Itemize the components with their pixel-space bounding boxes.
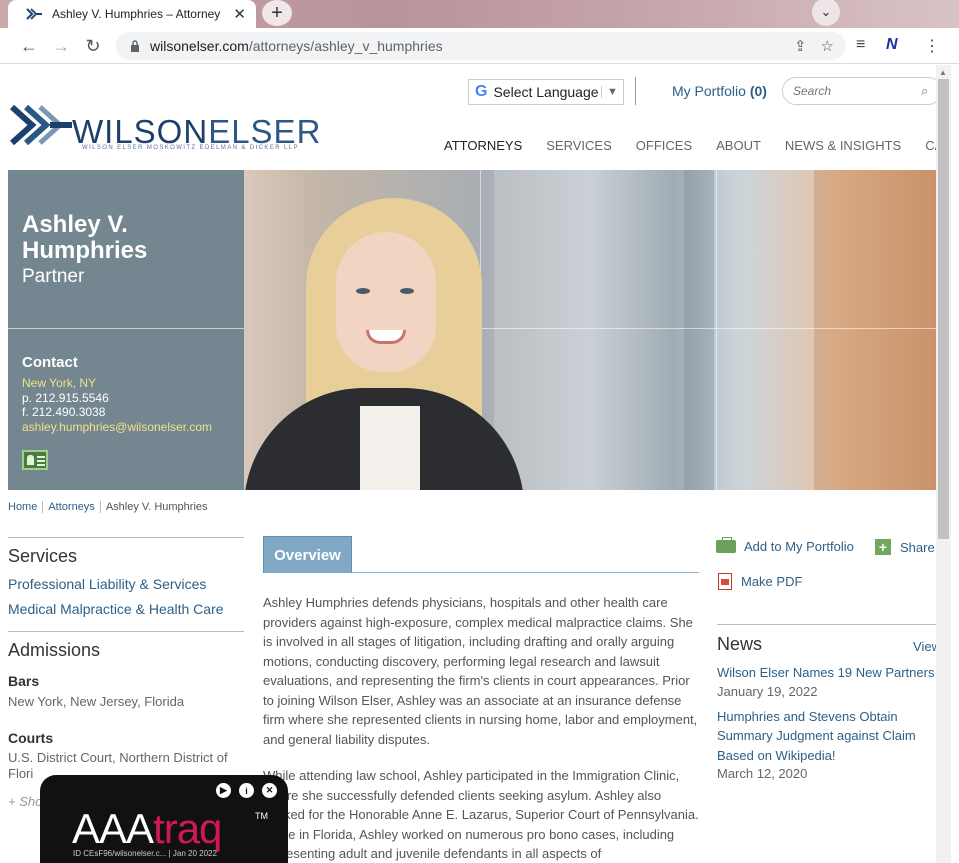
fax-number: f. 212.490.3038 (22, 405, 106, 419)
tab-title: Ashley V. Humphries – Attorney (52, 7, 221, 21)
back-arrow-icon[interactable]: ← (18, 35, 40, 57)
play-icon[interactable]: ▶ (216, 783, 231, 798)
language-label: Select Language (493, 84, 599, 100)
briefcase-icon (716, 537, 736, 553)
nav-offices[interactable]: OFFICES (636, 138, 692, 153)
share-button[interactable]: + Share (875, 539, 935, 555)
extension-n-icon[interactable]: N (886, 36, 898, 54)
wilson-elser-logo[interactable]: WILSONELSER WILSON ELSER MOSKOWITZ EDELM… (10, 105, 320, 155)
breadcrumb-attorneys[interactable]: Attorneys (48, 501, 94, 513)
overview-paragraph-2: While attending law school, Ashley parti… (263, 768, 699, 861)
vcard-icon[interactable] (22, 450, 48, 470)
service-link-professional-liability[interactable]: Professional Liability & Services (8, 576, 244, 592)
close-icon[interactable]: ✕ (262, 783, 277, 798)
attorney-sidebar: Services Professional Liability & Servic… (8, 537, 244, 810)
header-divider (635, 77, 636, 105)
content-tabs: Overview (263, 536, 699, 573)
info-icon[interactable]: i (239, 783, 254, 798)
site-search[interactable]: ⌕ (782, 77, 936, 105)
admissions-heading: Admissions (8, 640, 101, 660)
email-link[interactable]: ashley.humphries@wilsonelser.com (22, 420, 212, 435)
nav-careers[interactable]: CAREE (925, 138, 936, 153)
tab-search-chevron-icon[interactable]: ⌄ (812, 0, 840, 26)
contact-heading: Contact (22, 354, 78, 371)
aaatraq-overlay: ▶ i ✕ AAAtraq TM ID CEsF96/wilsonelser.c… (40, 775, 288, 863)
tab-overview[interactable]: Overview (263, 536, 352, 573)
kebab-menu-icon[interactable]: ⋮ (924, 36, 940, 56)
tab-close-icon[interactable]: ✕ (233, 5, 246, 23)
services-heading: Services (8, 546, 78, 566)
attorney-portrait-photo (244, 170, 936, 490)
browser-tab[interactable]: Ashley V. Humphries – Attorney ✕ (8, 0, 256, 28)
reload-icon[interactable]: ↻ (82, 35, 104, 57)
reading-list-icon[interactable]: ≡ (856, 36, 865, 54)
page-scrollbar[interactable]: ▲ (936, 65, 951, 863)
my-portfolio-link[interactable]: My Portfolio (0) (672, 83, 767, 99)
news-item-link[interactable]: Humphries and Stevens Obtain Summary Jud… (717, 707, 936, 766)
panel-divider (8, 328, 244, 329)
web-page: G Select Language ▼ My Portfolio (0) ⌕ W… (8, 65, 936, 863)
overview-text: Ashley Humphries defends physicians, hos… (263, 593, 703, 863)
news-panel: News View Wilson Elser Names 19 New Part… (717, 624, 936, 789)
breadcrumb-current: Ashley V. Humphries (105, 501, 208, 513)
breadcrumb: Home Attorneys Ashley V. Humphries (8, 501, 208, 514)
url-text: wilsonelser.com/attorneys/ashley_v_humph… (150, 38, 443, 54)
aaatraq-meta: ID CEsF96/wilsonelser.c... | Jan 20 2022 (73, 849, 217, 858)
main-navigation: ATTORNEYS SERVICES OFFICES ABOUT NEWS & … (444, 138, 936, 153)
search-icon[interactable]: ⌕ (921, 83, 928, 99)
logo-subtitle: WILSON ELSER MOSKOWITZ EDELMAN & DICKER … (82, 145, 299, 151)
contact-details: New York, NY p. 212.915.5546 f. 212.490.… (22, 376, 212, 434)
share-page-icon[interactable]: ⇪ (794, 37, 807, 55)
news-view-all-link[interactable]: View (913, 639, 936, 654)
add-to-portfolio-button[interactable]: Add to My Portfolio (716, 537, 854, 554)
news-item-date: March 12, 2020 (717, 766, 808, 781)
news-item-link[interactable]: Wilson Elser Names 19 New Partners (717, 663, 936, 683)
wilson-elser-favicon-icon (26, 8, 42, 20)
new-tab-button[interactable]: + (262, 0, 292, 26)
nav-news-insights[interactable]: NEWS & INSIGHTS (785, 138, 901, 153)
plus-icon: + (875, 539, 891, 555)
breadcrumb-home[interactable]: Home (8, 501, 37, 513)
google-icon: G (475, 83, 488, 100)
dropdown-arrow-icon: ▼ (601, 86, 623, 98)
scroll-up-icon[interactable]: ▲ (939, 68, 947, 77)
browser-tab-strip: Ashley V. Humphries – Attorney ✕ + ⌄ (0, 0, 959, 28)
browser-toolbar: ← → ↻ wilsonelser.com/attorneys/ashley_v… (0, 28, 959, 64)
trademark-mark: TM (255, 811, 268, 821)
attorney-info-panel: Ashley V. Humphries Partner Contact New … (8, 170, 244, 490)
bars-heading: Bars (8, 673, 40, 689)
language-selector[interactable]: G Select Language ▼ (468, 79, 624, 105)
attorney-title: Partner (22, 266, 85, 287)
attorney-name: Ashley V. Humphries (22, 211, 148, 264)
logo-chevron-icon (10, 105, 72, 145)
news-item-date: January 19, 2022 (717, 683, 818, 699)
news-heading: News (717, 634, 763, 654)
portfolio-count: (0) (749, 83, 767, 99)
overview-paragraph-1: Ashley Humphries defends physicians, hos… (263, 595, 698, 747)
lock-icon (131, 40, 139, 52)
nav-services[interactable]: SERVICES (546, 138, 612, 153)
attorney-hero: Ashley V. Humphries Partner Contact New … (8, 170, 936, 490)
pdf-icon (718, 573, 732, 590)
forward-arrow-icon[interactable]: → (50, 35, 72, 57)
nav-about[interactable]: ABOUT (716, 138, 761, 153)
service-link-medical-malpractice[interactable]: Medical Malpractice & Health Care (8, 601, 244, 617)
bars-text: New York, New Jersey, Florida (8, 694, 185, 709)
bookmark-star-icon[interactable]: ☆ (821, 37, 834, 55)
scrollbar-thumb[interactable] (938, 79, 949, 539)
address-bar[interactable]: wilsonelser.com/attorneys/ashley_v_humph… (116, 32, 846, 60)
aaatraq-logo: AAAtraq (72, 805, 222, 852)
make-pdf-button[interactable]: Make PDF (718, 573, 802, 590)
courts-heading: Courts (8, 730, 54, 746)
nav-attorneys[interactable]: ATTORNEYS (444, 138, 522, 153)
search-input[interactable] (793, 84, 921, 98)
phone-number: p. 212.915.5546 (22, 390, 109, 405)
office-city-link[interactable]: New York, NY (22, 376, 212, 391)
